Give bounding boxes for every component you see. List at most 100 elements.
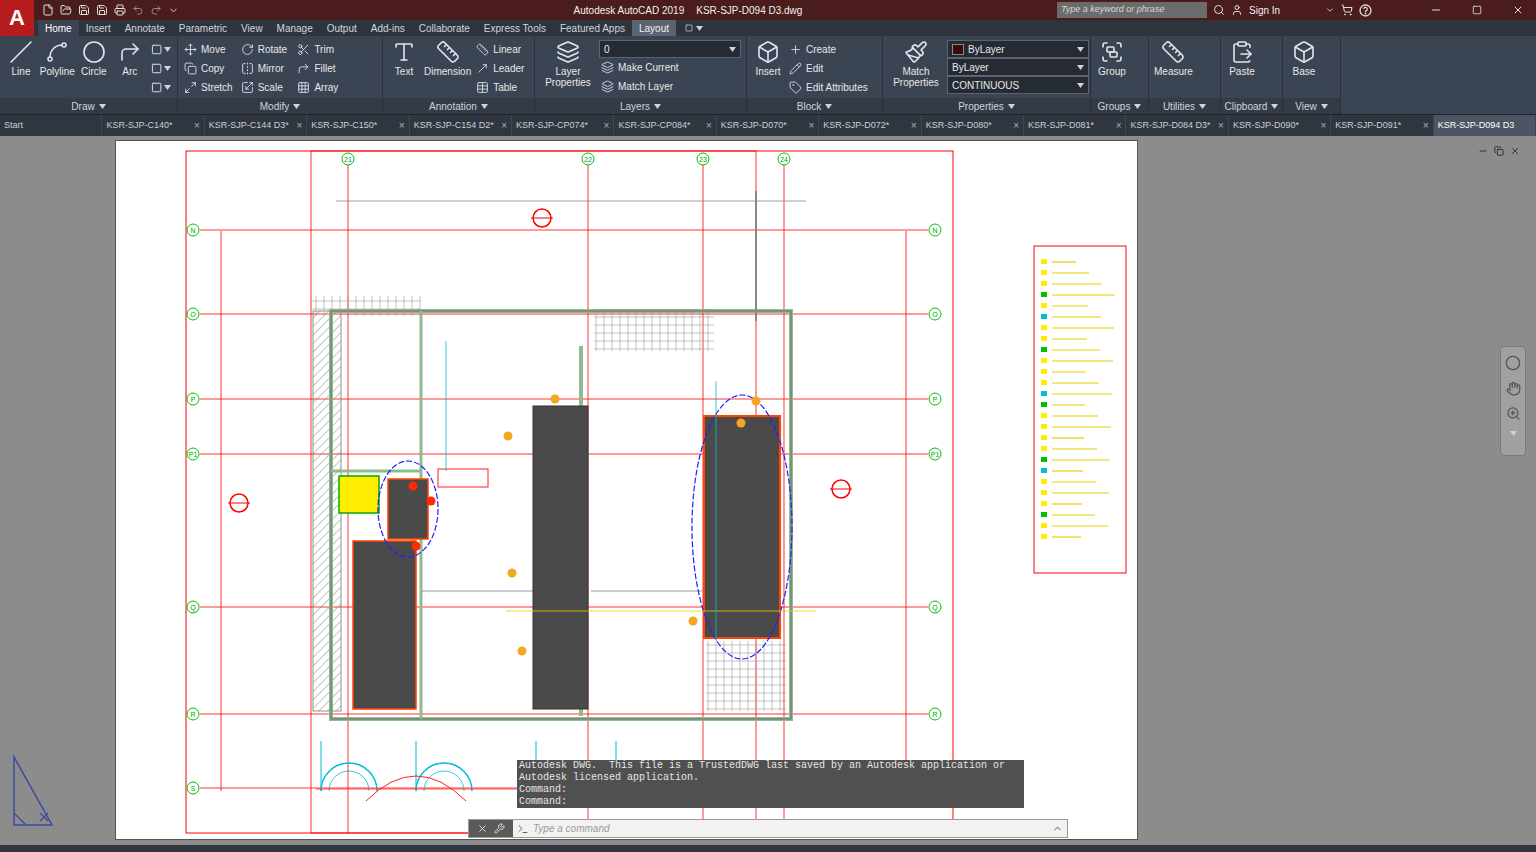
- document-tab[interactable]: KSR-SJP-C150*×: [307, 115, 409, 136]
- tab-close[interactable]: ×: [604, 118, 610, 133]
- panel-title[interactable]: Layers: [535, 98, 746, 114]
- tab-close[interactable]: ×: [911, 118, 917, 133]
- ribbon-tab[interactable]: Add-ins: [364, 20, 412, 36]
- help-icon[interactable]: [1359, 4, 1372, 17]
- undo-icon[interactable]: [132, 4, 144, 16]
- save-icon[interactable]: [78, 4, 90, 16]
- document-tab[interactable]: KSR-SJP-D070*×: [717, 115, 819, 136]
- drawing-area[interactable]: NNOOPPP1P1QQRRSS21222324Autodesk DWG. Th…: [0, 136, 1536, 845]
- create-button[interactable]: Create: [787, 40, 870, 59]
- group-button[interactable]: Group: [1095, 40, 1129, 77]
- close-command-icon[interactable]: [477, 823, 488, 834]
- tab-close[interactable]: ×: [501, 118, 507, 133]
- ribbon-tab[interactable]: Output: [320, 20, 364, 36]
- ribbon-tab[interactable]: Featured Apps: [553, 20, 632, 36]
- document-tab[interactable]: KSR-SJP-CP084*×: [614, 115, 716, 136]
- panel-title[interactable]: Groups: [1091, 98, 1148, 114]
- panel-title[interactable]: Utilities: [1149, 98, 1220, 114]
- panel-title[interactable]: Properties: [883, 98, 1090, 114]
- print-icon[interactable]: [114, 4, 126, 16]
- document-tab[interactable]: KSR-SJP-D081*×: [1024, 115, 1126, 136]
- fillet-button[interactable]: Fillet: [295, 59, 348, 78]
- arc-button[interactable]: Arc: [113, 40, 147, 77]
- tab-close[interactable]: ×: [1423, 118, 1429, 133]
- linear-button[interactable]: Linear: [474, 40, 526, 59]
- tool-button[interactable]: [149, 78, 173, 97]
- panel-title[interactable]: Modify: [178, 98, 382, 114]
- leader-button[interactable]: Leader: [474, 59, 526, 78]
- floor-plan-drawing[interactable]: NNOOPPP1P1QQRRSS21222324: [116, 141, 1137, 839]
- scale-button[interactable]: Scale: [239, 78, 292, 97]
- panel-title[interactable]: Block: [747, 98, 882, 114]
- customize-command-icon[interactable]: [494, 823, 505, 834]
- line-button[interactable]: Line: [4, 40, 38, 77]
- tab-close[interactable]: ×: [1320, 118, 1326, 133]
- polyline-button[interactable]: Polyline: [40, 40, 75, 77]
- tool-button[interactable]: [149, 40, 173, 59]
- layer-properties-button[interactable]: Layer Properties: [539, 40, 597, 88]
- tool-button[interactable]: [149, 59, 173, 78]
- document-tab[interactable]: KSR-SJP-CP074*×: [512, 115, 614, 136]
- ribbon-tab[interactable]: View: [234, 20, 270, 36]
- trim-button[interactable]: Trim: [295, 40, 348, 59]
- property-dropdown[interactable]: ByLayer: [947, 58, 1089, 76]
- panel-title[interactable]: Clipboard: [1221, 98, 1282, 114]
- text-button[interactable]: Text: [387, 40, 421, 77]
- ribbon-tab[interactable]: Collaborate: [412, 20, 477, 36]
- binoculars-icon[interactable]: [1213, 4, 1225, 16]
- paste-button[interactable]: Paste: [1225, 40, 1259, 77]
- maximize-icon[interactable]: [1472, 5, 1482, 15]
- ribbon-options[interactable]: [676, 20, 711, 36]
- measure-button[interactable]: Measure: [1153, 40, 1194, 77]
- table-button[interactable]: Table: [474, 78, 526, 97]
- document-tab[interactable]: KSR-SJP-C140*×: [102, 115, 204, 136]
- dimension-button[interactable]: Dimension: [423, 40, 472, 77]
- edit-button[interactable]: Edit: [787, 59, 870, 78]
- sign-in-button[interactable]: Sign In: [1249, 3, 1319, 18]
- document-tab[interactable]: KSR-SJP-D094 D3: [1434, 115, 1536, 136]
- panel-title[interactable]: Annotation: [383, 98, 534, 114]
- base-button[interactable]: Base: [1287, 40, 1321, 77]
- cart-icon[interactable]: [1341, 4, 1353, 16]
- property-dropdown[interactable]: CONTINUOUS: [947, 76, 1089, 94]
- minimize-icon[interactable]: [1430, 4, 1442, 16]
- rotate-button[interactable]: Rotate: [239, 40, 292, 59]
- property-dropdown[interactable]: ByLayer: [947, 40, 1089, 58]
- ribbon-tab[interactable]: Express Tools: [477, 20, 553, 36]
- tab-close[interactable]: ×: [296, 118, 302, 133]
- panel-title[interactable]: Draw: [0, 98, 177, 114]
- search-box[interactable]: Type a keyword or phrase: [1057, 2, 1207, 18]
- copy-button[interactable]: Copy: [182, 59, 235, 78]
- close-icon[interactable]: [1512, 4, 1524, 16]
- document-tab[interactable]: KSR-SJP-D080*×: [922, 115, 1024, 136]
- document-tab[interactable]: KSR-SJP-D091*×: [1331, 115, 1433, 136]
- tab-close[interactable]: ×: [808, 118, 814, 133]
- customize-icon[interactable]: [168, 5, 179, 16]
- document-tab[interactable]: KSR-SJP-C144 D3*×: [205, 115, 307, 136]
- match-layer-button[interactable]: Match Layer: [599, 77, 741, 96]
- zoom-icon[interactable]: [1506, 406, 1521, 421]
- tab-close[interactable]: ×: [706, 118, 712, 133]
- document-tab[interactable]: Start: [0, 115, 102, 136]
- circle-button[interactable]: Circle: [77, 40, 111, 77]
- ribbon-tab[interactable]: Insert: [79, 20, 118, 36]
- ribbon-tab[interactable]: Manage: [270, 20, 320, 36]
- tab-close[interactable]: ×: [194, 118, 200, 133]
- tab-close[interactable]: ×: [1218, 118, 1224, 133]
- array-button[interactable]: Array: [295, 78, 348, 97]
- ribbon-tab[interactable]: Home: [38, 20, 79, 36]
- new-icon[interactable]: [42, 4, 54, 16]
- viewport-restore-icon[interactable]: [1494, 146, 1504, 156]
- ribbon-tab[interactable]: Layout: [632, 20, 676, 36]
- open-icon[interactable]: [60, 4, 72, 16]
- tab-close[interactable]: ×: [399, 118, 405, 133]
- tab-close[interactable]: ×: [1116, 118, 1122, 133]
- insert-button[interactable]: Insert: [751, 40, 785, 77]
- document-tab[interactable]: KSR-SJP-D090*×: [1229, 115, 1331, 136]
- tab-close[interactable]: ×: [1013, 118, 1019, 133]
- user-icon[interactable]: [1231, 4, 1243, 16]
- sign-in-caret-icon[interactable]: [1325, 5, 1335, 15]
- move-button[interactable]: Move: [182, 40, 235, 59]
- property-dropdown[interactable]: 0: [599, 40, 741, 58]
- viewport-close-icon[interactable]: [1510, 146, 1520, 156]
